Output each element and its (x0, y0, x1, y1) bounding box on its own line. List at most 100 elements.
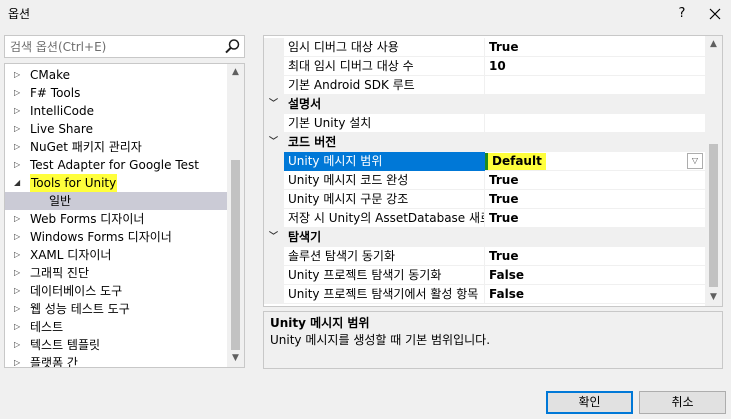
close-button[interactable] (703, 3, 727, 25)
options-tree[interactable]: ▷ CMake ▷ F# Tools ▷ IntelliCode ▷ Live Share ▷ N… (4, 63, 245, 368)
tree-item[interactable]: ▷ NuGet 패키지 관리자 (5, 138, 227, 156)
grid-category-label: 설명서 (288, 97, 322, 111)
tree-item[interactable]: ▷ Web Forms 디자이너 (5, 210, 227, 228)
tree-item[interactable]: ▷ XAML 디자이너 (5, 246, 227, 264)
property-name[interactable]: 솔루션 탐색기 동기화 (284, 247, 485, 266)
property-name[interactable]: Unity 메시지 구문 강조 (284, 190, 485, 209)
tree-item[interactable]: ▷ 텍스트 템플릿 (5, 336, 227, 354)
tree-item[interactable]: ◢ Tools for Unity (5, 174, 227, 192)
tree-item[interactable]: ▷ IntelliCode (5, 102, 227, 120)
collapsed-arrow-icon[interactable]: ▷ (14, 318, 24, 336)
grid-property-row[interactable]: 솔루션 탐색기 동기화 True (264, 247, 707, 266)
chevron-down-icon[interactable]: ▽ (687, 153, 703, 169)
title-bar: 옵션 ? (0, 0, 731, 28)
property-value[interactable]: False (485, 285, 707, 304)
ok-button[interactable]: 확인 (546, 391, 633, 414)
grid-category[interactable]: ﹀ 탐색기 (264, 228, 707, 247)
grid-category-label: 탐색기 (288, 230, 322, 244)
collapsed-arrow-icon[interactable]: ▷ (14, 138, 24, 156)
search-icon[interactable] (224, 38, 241, 55)
collapsed-arrow-icon[interactable]: ▷ (14, 210, 24, 228)
grid-property-row[interactable]: 임시 디버그 대상 사용 True (264, 38, 707, 57)
property-name[interactable]: Unity 프로젝트 탐색기 동기화 (284, 266, 485, 285)
tree-item[interactable]: ▷ 데이터베이스 도구 (5, 282, 227, 300)
property-name[interactable]: 기본 Unity 설치 (284, 114, 485, 133)
search-input[interactable] (5, 36, 217, 57)
property-value[interactable]: True (485, 247, 707, 266)
property-name[interactable]: 기본 Android SDK 루트 (284, 76, 485, 95)
scroll-down-icon[interactable]: ▼ (227, 350, 244, 367)
tree-item[interactable]: ▷ Windows Forms 디자이너 (5, 228, 227, 246)
scroll-down-icon[interactable]: ▼ (705, 289, 722, 306)
property-grid[interactable]: 임시 디버그 대상 사용 True 최대 임시 디버그 대상 수 10 기본 Andro… (263, 35, 723, 307)
grid-property-row[interactable]: 기본 Android SDK 루트 (264, 76, 707, 95)
scroll-thumb[interactable] (709, 144, 718, 287)
property-name[interactable]: Unity 프로젝트 탐색기에서 활성 항목 (284, 285, 485, 304)
tree-item-label: XAML 디자이너 (30, 248, 112, 262)
collapsed-arrow-icon[interactable]: ▷ (14, 264, 24, 282)
chevron-down-icon[interactable]: ﹀ (269, 133, 278, 152)
property-name[interactable]: 저장 시 Unity의 AssetDatabase 새로 (284, 209, 485, 228)
property-value-text: Default (485, 153, 546, 170)
grid-category[interactable]: ﹀ 코드 버전 (264, 133, 707, 152)
grid-property-row[interactable]: Unity 메시지 코드 완성 True (264, 171, 707, 190)
collapsed-arrow-icon[interactable]: ▷ (14, 246, 24, 264)
tree-item[interactable]: ▷ Test Adapter for Google Test (5, 156, 227, 174)
collapsed-arrow-icon[interactable]: ▷ (14, 282, 24, 300)
tree-item[interactable]: ▷ 플랫폼 간 (5, 354, 227, 367)
property-value[interactable]: True (485, 38, 707, 57)
grid-gutter (264, 152, 284, 171)
property-value[interactable]: 10 (485, 57, 707, 76)
tree-child-item[interactable]: 일반 (5, 192, 227, 210)
property-name[interactable]: 최대 임시 디버그 대상 수 (284, 57, 485, 76)
property-value[interactable]: Default ▽ (485, 152, 707, 171)
tree-item-label: NuGet 패키지 관리자 (30, 140, 142, 154)
grid-gutter (264, 247, 284, 266)
grid-scrollbar[interactable]: ▲ ▼ (705, 36, 722, 306)
tree-item[interactable]: ▷ CMake (5, 66, 227, 84)
scroll-up-icon[interactable]: ▲ (227, 64, 244, 81)
property-value[interactable]: True (485, 209, 707, 228)
collapsed-arrow-icon[interactable]: ▷ (14, 156, 24, 174)
close-icon (709, 8, 721, 20)
tree-item[interactable]: ▷ 테스트 (5, 318, 227, 336)
grid-property-row[interactable]: 저장 시 Unity의 AssetDatabase 새로 True (264, 209, 707, 228)
property-value[interactable]: True (485, 190, 707, 209)
grid-property-row[interactable]: 최대 임시 디버그 대상 수 10 (264, 57, 707, 76)
help-button[interactable]: ? (670, 3, 694, 25)
chevron-down-icon[interactable]: ﹀ (269, 95, 278, 114)
grid-property-row[interactable]: Unity 메시지 범위 Default ▽ (264, 152, 707, 171)
property-name[interactable]: Unity 메시지 코드 완성 (284, 171, 485, 190)
collapsed-arrow-icon[interactable]: ▷ (14, 84, 24, 102)
collapsed-arrow-icon[interactable]: ▷ (14, 102, 24, 120)
tree-scrollbar[interactable]: ▲ ▼ (227, 64, 244, 367)
property-value[interactable] (485, 114, 707, 133)
scroll-up-icon[interactable]: ▲ (705, 36, 722, 53)
scroll-thumb[interactable] (231, 160, 240, 350)
grid-property-row[interactable]: Unity 메시지 구문 강조 True (264, 190, 707, 209)
expanded-arrow-icon[interactable]: ◢ (14, 174, 24, 192)
tree-item-label: IntelliCode (30, 104, 94, 118)
collapsed-arrow-icon[interactable]: ▷ (14, 228, 24, 246)
property-value[interactable]: False (485, 266, 707, 285)
grid-property-row[interactable]: Unity 프로젝트 탐색기 동기화 False (264, 266, 707, 285)
cancel-button[interactable]: 취소 (639, 391, 726, 414)
chevron-down-icon[interactable]: ﹀ (269, 228, 278, 247)
collapsed-arrow-icon[interactable]: ▷ (14, 120, 24, 138)
property-name[interactable]: Unity 메시지 범위 (284, 152, 485, 171)
property-value[interactable]: True (485, 171, 707, 190)
tree-item[interactable]: ▷ F# Tools (5, 84, 227, 102)
grid-property-row[interactable]: 기본 Unity 설치 (264, 114, 707, 133)
collapsed-arrow-icon[interactable]: ▷ (14, 66, 24, 84)
grid-category[interactable]: ﹀ 설명서 (264, 95, 707, 114)
property-name[interactable]: 임시 디버그 대상 사용 (284, 38, 485, 57)
tree-item[interactable]: ▷ 웹 성능 테스트 도구 (5, 300, 227, 318)
options-search-box[interactable] (4, 35, 245, 58)
property-value[interactable] (485, 76, 707, 95)
collapsed-arrow-icon[interactable]: ▷ (14, 336, 24, 354)
collapsed-arrow-icon[interactable]: ▷ (14, 354, 24, 367)
collapsed-arrow-icon[interactable]: ▷ (14, 300, 24, 318)
grid-property-row[interactable]: Unity 프로젝트 탐색기에서 활성 항목 False (264, 285, 707, 304)
tree-item[interactable]: ▷ 그래픽 진단 (5, 264, 227, 282)
tree-item[interactable]: ▷ Live Share (5, 120, 227, 138)
